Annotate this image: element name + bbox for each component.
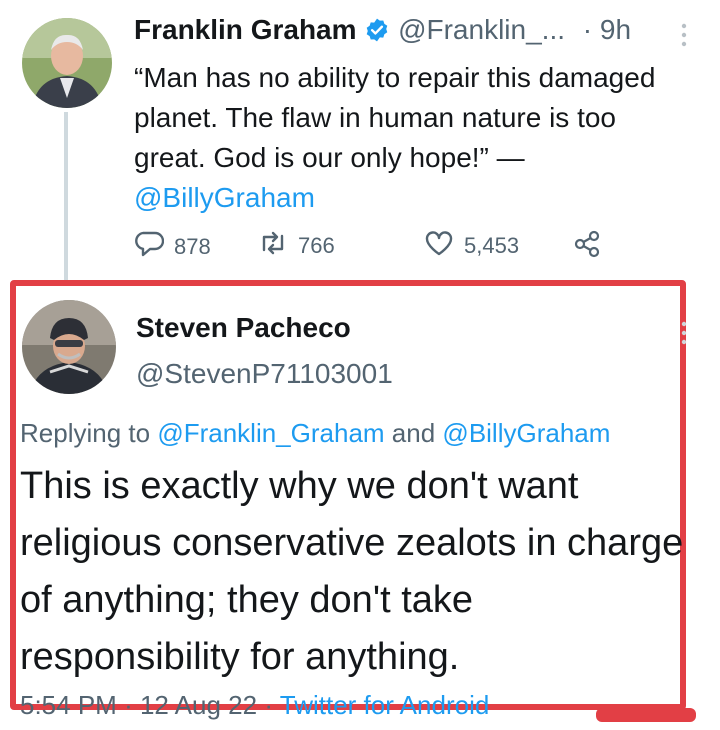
separator-dot: · [264, 690, 273, 720]
reply-tweet-text: This is exactly why we don't want religi… [20, 465, 684, 678]
more-icon[interactable] [680, 320, 688, 346]
reply-tweet-meta: 5:54 PM · 12 Aug 22 · Twitter for Androi… [20, 690, 489, 721]
retweet-icon [258, 230, 288, 262]
separator-dot: · [582, 14, 593, 45]
reply-author-handle[interactable]: @StevenP71103001 [136, 358, 393, 390]
mention-link-franklin[interactable]: @Franklin_Graham [157, 418, 384, 448]
reply-button[interactable]: 878 [134, 230, 211, 264]
mention-link[interactable]: @BillyGraham [134, 182, 315, 213]
avatar-steven-pacheco[interactable] [22, 300, 116, 394]
reply-author-name[interactable]: Steven Pacheco [136, 312, 351, 344]
author-name[interactable]: Franklin Graham [134, 14, 357, 45]
highlight-annotation-mark [596, 708, 696, 722]
retweet-count: 766 [298, 233, 335, 258]
reply-icon [134, 230, 165, 264]
like-icon [424, 230, 454, 262]
share-icon [572, 230, 602, 264]
tweet-date[interactable]: 12 Aug 22 [140, 690, 257, 720]
separator-dot: · [124, 690, 133, 720]
share-button[interactable] [572, 230, 602, 264]
retweet-button[interactable]: 766 [258, 230, 335, 262]
thread-connector [64, 112, 68, 282]
tweet1-header: Franklin Graham @Franklin_... · 9h [134, 14, 631, 50]
tweet1-text: “Man has no ability to repair this damag… [134, 58, 694, 218]
tweet1-text-body: “Man has no ability to repair this damag… [134, 62, 656, 173]
verified-icon [364, 17, 390, 50]
reply-count: 878 [174, 234, 211, 259]
like-count: 5,453 [464, 233, 520, 258]
tweet-source-link[interactable]: Twitter for Android [280, 690, 490, 720]
tweet-time[interactable]: 5:54 PM [20, 690, 117, 720]
more-icon[interactable] [680, 22, 688, 48]
replying-to: Replying to @Franklin_Graham and @BillyG… [20, 418, 610, 449]
tweet-time[interactable]: 9h [600, 14, 631, 45]
replying-prefix: Replying to [20, 418, 151, 448]
author-handle[interactable]: @Franklin_... [398, 14, 565, 45]
mention-link-billy[interactable]: @BillyGraham [442, 418, 610, 448]
avatar-franklin-graham[interactable] [22, 18, 112, 108]
like-button[interactable]: 5,453 [424, 230, 519, 262]
replying-and: and [391, 418, 436, 448]
